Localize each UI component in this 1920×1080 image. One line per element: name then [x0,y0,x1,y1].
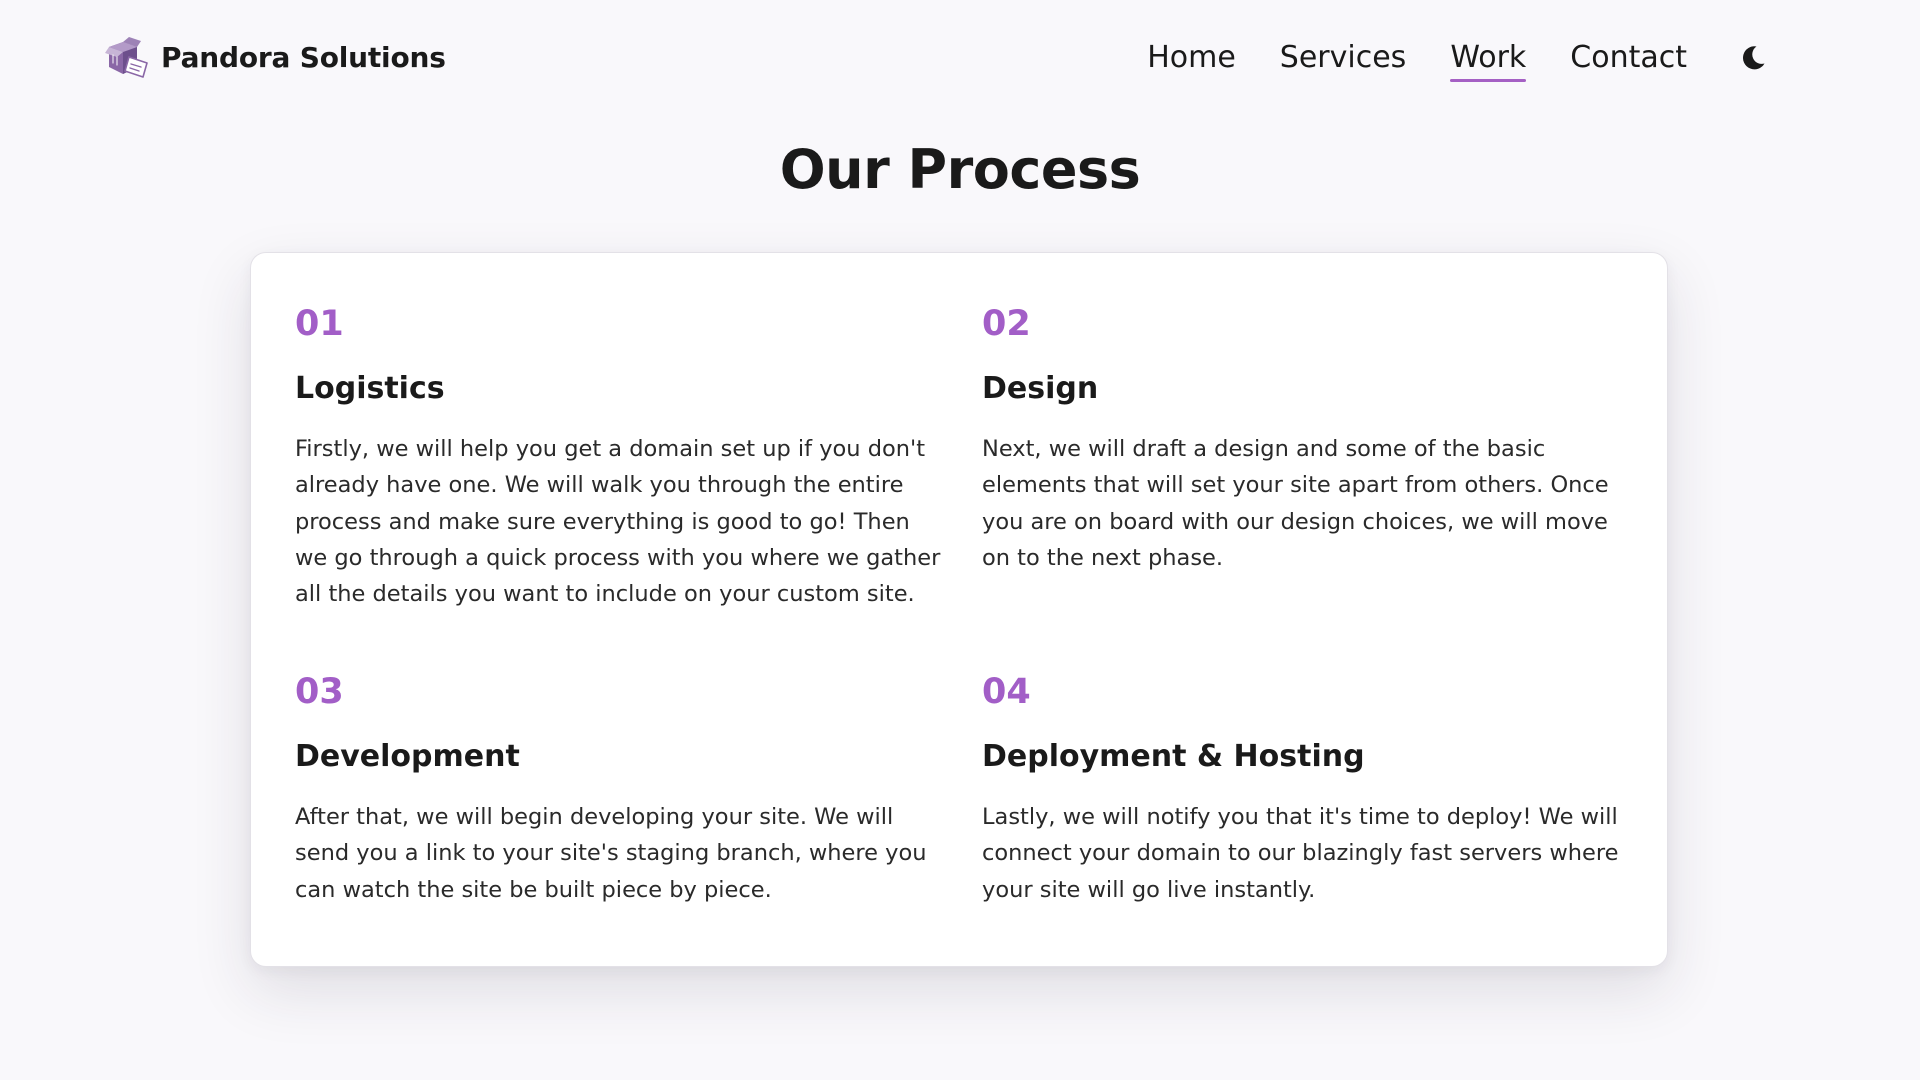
step-number: 03 [295,672,344,712]
step-description: Next, we will draft a design and some of… [982,436,1609,571]
page-title: Our Process [779,138,1141,201]
navbar: Pandora Solutions Home Services Work Con… [0,0,1920,118]
open-box-logo-icon [105,37,148,78]
step-title: Deployment & Hosting [982,739,1365,774]
process-step: 03 Development After that, we will begin… [295,671,945,908]
process-step: 01 Logistics Firstly, we will help you g… [295,303,945,612]
nav-link-services[interactable]: Services [1280,30,1407,86]
step-title: Design [982,371,1099,406]
moon-icon [1742,46,1765,70]
process-step: 02 Design Next, we will draft a design a… [982,303,1632,576]
step-number: 02 [982,304,1031,344]
step-title: Development [295,739,520,774]
theme-toggle-button[interactable] [1733,38,1773,78]
step-title: Logistics [295,371,445,406]
nav-link-contact[interactable]: Contact [1570,30,1687,86]
brand-home-link[interactable]: Pandora Solutions [103,33,446,81]
nav-link-work[interactable]: Work [1450,30,1526,86]
process-step: 04 Deployment & Hosting Lastly, we will … [982,671,1632,908]
step-description: Lastly, we will notify you that it's tim… [982,804,1619,903]
step-description: After that, we will begin developing you… [295,804,927,903]
step-number: 01 [295,304,344,344]
nav-link-home[interactable]: Home [1147,30,1236,86]
main-navigation: Home Services Work Contact [1147,30,1773,86]
step-description: Firstly, we will help you get a domain s… [295,436,941,608]
brand-name: Pandora Solutions [161,40,446,74]
step-number: 04 [982,672,1031,712]
process-card: 01 Logistics Firstly, we will help you g… [250,252,1668,967]
